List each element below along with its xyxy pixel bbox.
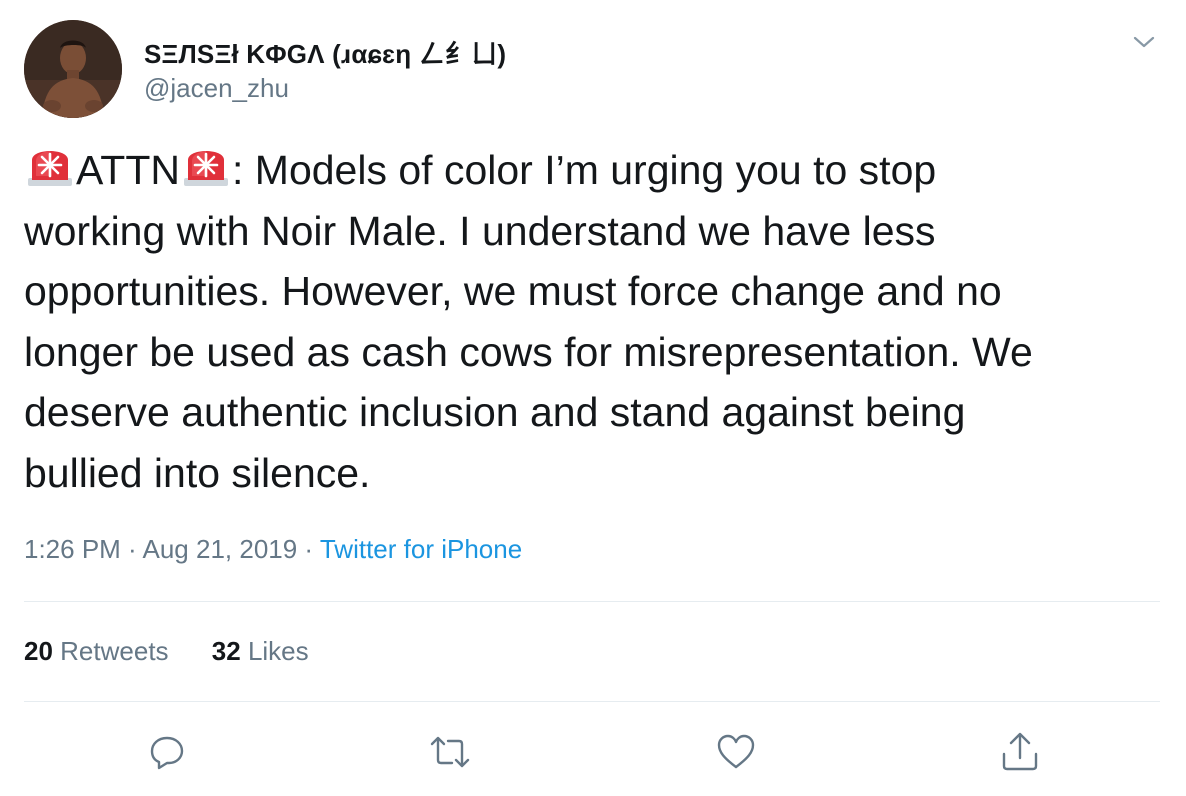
- tweet-meta: 1:26 PM · Aug 21, 2019 · Twitter for iPh…: [24, 534, 522, 565]
- tweet-line: opportunities. However, we must force ch…: [24, 268, 1002, 314]
- police-car-light-emoji: [24, 142, 76, 188]
- likes-stat[interactable]: 32 Likes: [212, 636, 309, 666]
- tweet-line: longer be used as cash cows for misrepre…: [24, 328, 1033, 375]
- tweet-line: working with Noir Male. I understand we …: [24, 207, 936, 254]
- tweet-card: SΞЛSΞł KΦGΛ (ɹαɕɛη ㄥ纟ㄩ) @jacen_zhu ATTN …: [0, 0, 1186, 796]
- retweets-stat[interactable]: 20 Retweets: [24, 636, 169, 666]
- tweet-line: deserve authentic inclusion and stand ag…: [24, 389, 966, 435]
- divider: [24, 701, 1160, 702]
- tweet-line: ATTN : Models of color I’m urging you to…: [24, 140, 1164, 201]
- heart-icon: [717, 734, 755, 769]
- tweet-time[interactable]: 1:26 PM: [24, 534, 121, 564]
- meta-separator: ·: [120, 534, 143, 564]
- chevron-down-icon[interactable]: [1130, 32, 1158, 52]
- meta-separator: ·: [297, 534, 320, 564]
- police-car-light-emoji: [180, 142, 232, 188]
- reply-button[interactable]: [145, 730, 189, 774]
- retweet-icon: [430, 736, 470, 768]
- reply-icon: [150, 736, 184, 770]
- avatar-image: [24, 20, 122, 118]
- share-icon: [1002, 732, 1038, 771]
- tweet-date[interactable]: Aug 21, 2019: [143, 534, 298, 564]
- tweet-text: ATTN : Models of color I’m urging you to…: [24, 140, 1164, 503]
- tweet-source-link[interactable]: Twitter for iPhone: [320, 534, 522, 564]
- tweet-stats: 20 Retweets 32 Likes: [24, 636, 345, 667]
- like-button[interactable]: [714, 730, 758, 774]
- avatar[interactable]: [24, 20, 122, 118]
- divider: [24, 601, 1160, 602]
- share-button[interactable]: [998, 730, 1042, 774]
- user-handle[interactable]: @jacen_zhu: [144, 73, 289, 104]
- retweets-label: Retweets: [60, 636, 169, 666]
- likes-label: Likes: [247, 636, 309, 666]
- retweet-button[interactable]: [428, 730, 472, 774]
- tweet-text-first-line: : Models of color I’m urging you to stop: [232, 147, 937, 193]
- likes-count: 32: [211, 636, 241, 666]
- retweets-count: 20: [24, 636, 53, 666]
- tweet-line: bullied into silence.: [24, 449, 371, 496]
- tweet-text-attn: ATTN: [76, 147, 181, 193]
- display-name[interactable]: SΞЛSΞł KΦGΛ (ɹαɕɛη ㄥ纟ㄩ): [144, 34, 506, 71]
